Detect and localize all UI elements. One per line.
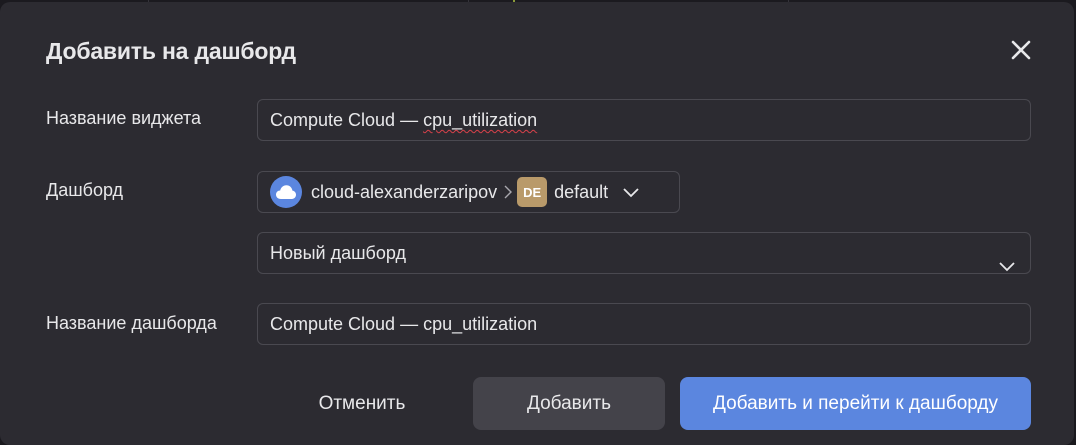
widget-name-input[interactable]: Compute Cloud — cpu_utilization <box>257 99 1031 141</box>
cancel-button[interactable]: Отменить <box>282 377 442 430</box>
close-icon <box>1011 40 1031 60</box>
cloud-name: cloud-alexanderzaripov <box>311 181 498 202</box>
dialog-title: Добавить на дашборд <box>46 38 296 64</box>
cloud-icon <box>270 176 302 208</box>
chevron-down-icon <box>998 246 1016 286</box>
add-button[interactable]: Добавить <box>473 377 665 430</box>
widget-name-label: Название виджета <box>46 108 202 128</box>
dashboard-name-input[interactable]: Compute Cloud — cpu_utilization <box>257 303 1031 345</box>
add-and-go-button[interactable]: Добавить и перейти к дашборду <box>680 377 1031 430</box>
widget-name-value-prefix: Compute Cloud — <box>270 110 424 130</box>
close-button[interactable] <box>1006 35 1036 65</box>
chevron-right-icon <box>503 184 513 200</box>
dashboard-select-value: Новый дашборд <box>270 243 406 263</box>
dashboard-label: Дашборд <box>46 180 124 200</box>
folder-name: default <box>554 181 609 202</box>
add-to-dashboard-dialog: Добавить на дашборд Название виджета Com… <box>0 2 1074 445</box>
cloud-folder-picker[interactable]: cloud-alexanderzaripov DE default <box>257 171 680 213</box>
chevron-down-icon <box>622 186 640 198</box>
dashboard-name-value: Compute Cloud — cpu_utilization <box>270 314 538 334</box>
dashboard-select[interactable]: Новый дашборд <box>257 232 1031 274</box>
folder-badge: DE <box>517 177 548 207</box>
dashboard-name-label: Название дашборда <box>46 313 217 333</box>
widget-name-value-misspelled: cpu_utilization <box>423 110 538 130</box>
